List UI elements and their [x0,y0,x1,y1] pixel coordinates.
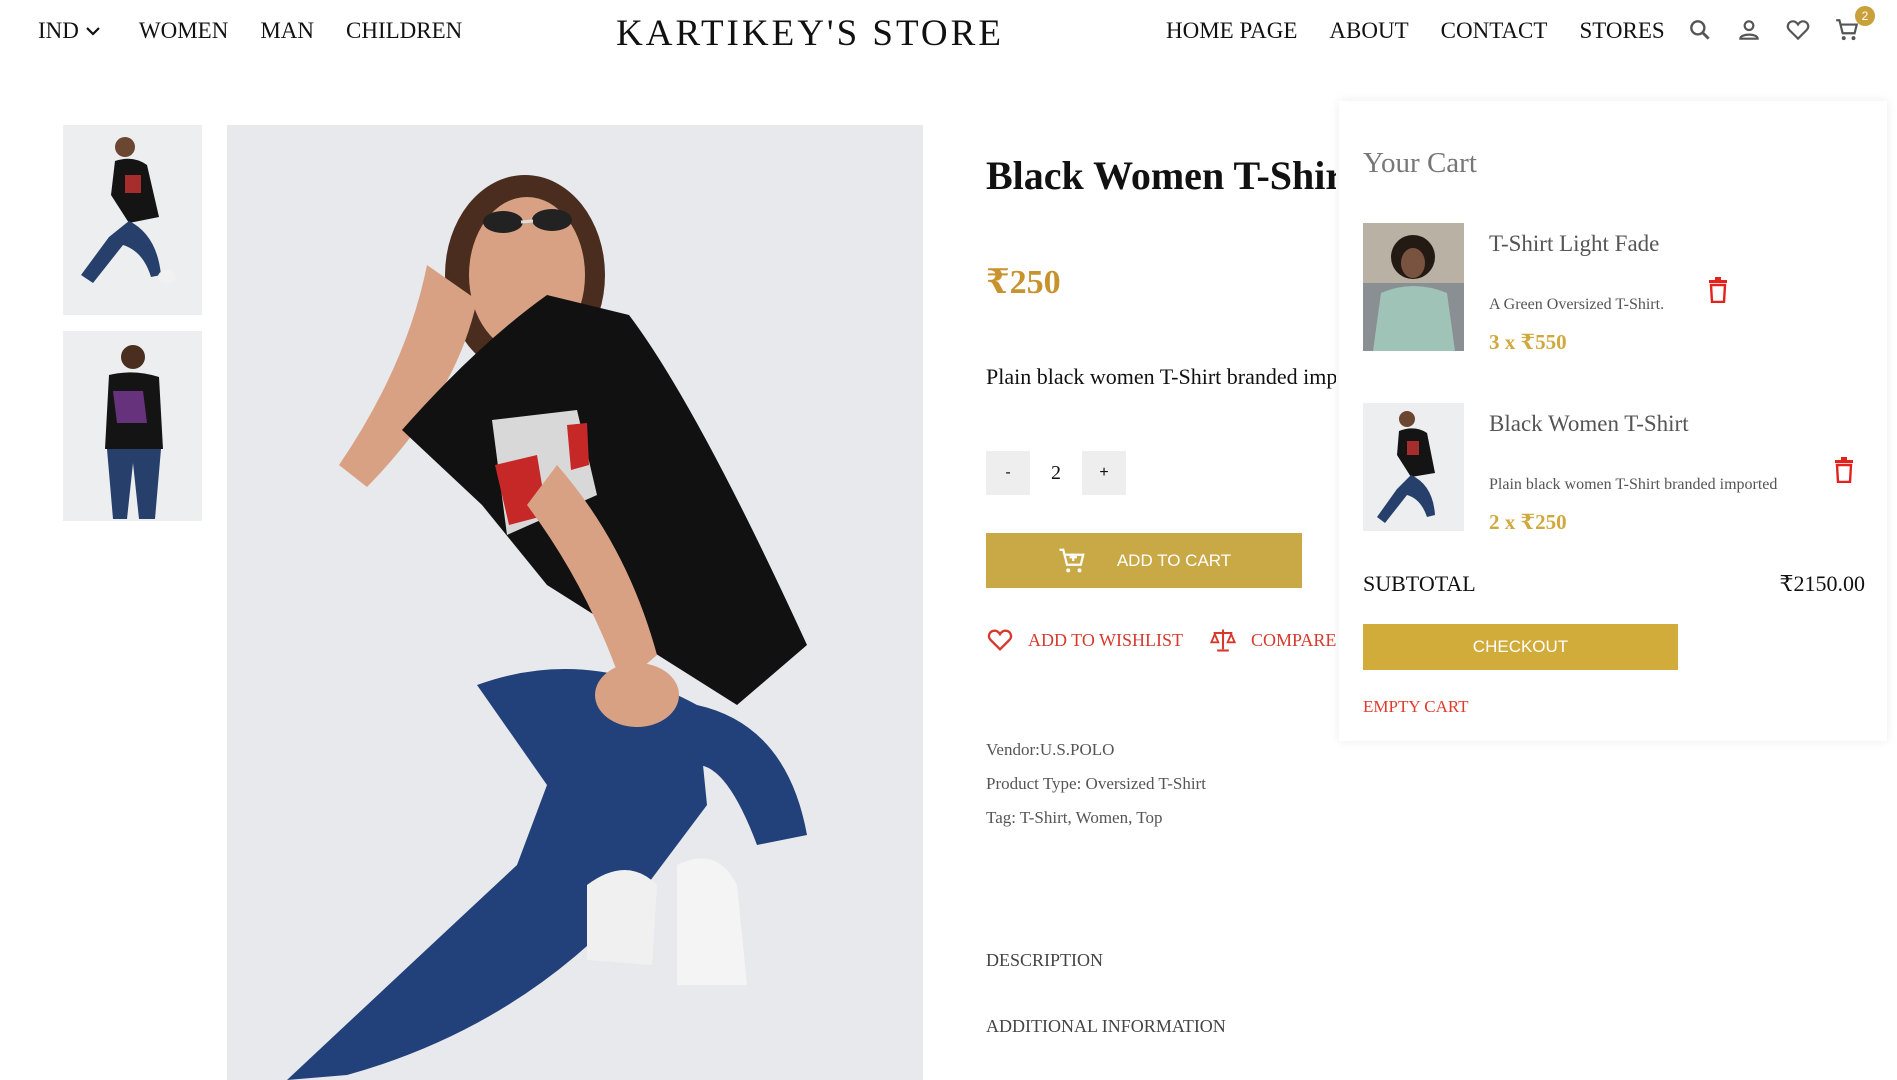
product-actions: ADD TO WISHLIST COMPARE [986,626,1362,654]
compare-button[interactable]: COMPARE [1209,626,1336,654]
nav-home[interactable]: HOME PAGE [1166,18,1297,44]
add-to-cart-button[interactable]: ADD TO CART [986,533,1302,588]
account-icon [1739,20,1759,40]
product-title: Black Women T-Shirt [986,153,1336,198]
quantity-increase-button[interactable]: + [1082,451,1126,495]
cart-item-name[interactable]: T-Shirt Light Fade [1489,231,1659,257]
model-photo [227,125,923,1080]
scale-icon [1209,629,1237,652]
cart-item: T-Shirt Light Fade A Green Oversized T-S… [1363,223,1863,354]
tab-additional-information[interactable]: ADDITIONAL INFORMATION [986,1016,1226,1037]
nav-right: HOME PAGE ABOUT CONTACT STORES [1166,18,1697,44]
search-icon [1690,20,1710,40]
quantity-decrease-button[interactable]: - [986,451,1030,495]
cart-item-image[interactable] [1363,403,1464,531]
heart-icon [1786,20,1810,41]
cart-item-image[interactable] [1363,223,1464,351]
product-meta: Vendor:U.S.POLO Product Type: Oversized … [986,733,1206,835]
cart-title: Your Cart [1363,147,1477,179]
product-type: Product Type: Oversized T-Shirt [986,774,1206,793]
cart-button[interactable]: 2 [1831,6,1875,46]
cart-item-description: A Green Oversized T-Shirt. [1489,296,1665,313]
product-thumbnail-2[interactable] [63,331,202,521]
cart-drawer: Your Cart T-Shirt Light Fade A Green Ove… [1339,101,1887,741]
product-description: Plain black women T-Shirt branded import… [986,364,1336,389]
add-to-cart-label: ADD TO CART [1116,550,1232,570]
trash-icon [1835,457,1853,484]
subtotal-label: SUBTOTAL [1363,571,1476,596]
nav-about[interactable]: ABOUT [1329,18,1408,44]
remove-item-button[interactable] [1707,277,1729,304]
product-price: ₹250 [986,264,1061,301]
cart-item-price: 2 x ₹250 [1489,510,1567,534]
search-button[interactable] [1684,14,1716,46]
subtotal-value: ₹2150.00 [1779,571,1866,596]
product-main-image[interactable] [227,125,923,1080]
add-cart-icon [1059,548,1085,572]
model-photo-thumb [63,125,202,315]
compare-label: COMPARE [1251,629,1337,650]
header-icons: 2 [1684,6,1880,46]
trash-icon [1709,277,1727,304]
cart-item-photo [1363,223,1464,351]
cart-item-description: Plain black women T-Shirt branded import… [1489,476,1778,493]
nav-contact[interactable]: CONTACT [1441,18,1548,44]
cart-item-price: 3 x ₹550 [1489,330,1567,354]
wishlist-label: ADD TO WISHLIST [1028,629,1184,650]
remove-item-button[interactable] [1833,457,1855,484]
wishlist-button[interactable] [1782,14,1814,46]
product-vendor: Vendor:U.S.POLO [986,740,1115,759]
nav-stores[interactable]: STORES [1579,18,1664,44]
cart-item-photo [1363,403,1464,531]
product-thumbnail-1[interactable] [63,125,202,315]
cart-item-name[interactable]: Black Women T-Shirt [1489,411,1689,437]
model-back-photo-thumb [63,331,202,521]
add-to-wishlist-button[interactable]: ADD TO WISHLIST [986,626,1183,654]
site-header: IND WOMEN MAN CHILDREN KARTIKEY'S STORE … [0,0,1897,64]
account-button[interactable] [1733,14,1765,46]
tab-description[interactable]: DESCRIPTION [986,950,1103,971]
cart-count-badge: 2 [1855,6,1875,26]
product-tags: Tag: T-Shirt, Women, Top [986,808,1163,827]
quantity-value[interactable]: 2 [1030,462,1082,485]
empty-cart-button[interactable]: EMPTY CART [1363,697,1469,717]
heart-outline-icon [987,629,1013,651]
quantity-stepper: - 2 + [986,451,1126,495]
checkout-button[interactable]: CHECKOUT [1363,624,1678,670]
cart-item: Black Women T-Shirt Plain black women T-… [1363,403,1863,534]
